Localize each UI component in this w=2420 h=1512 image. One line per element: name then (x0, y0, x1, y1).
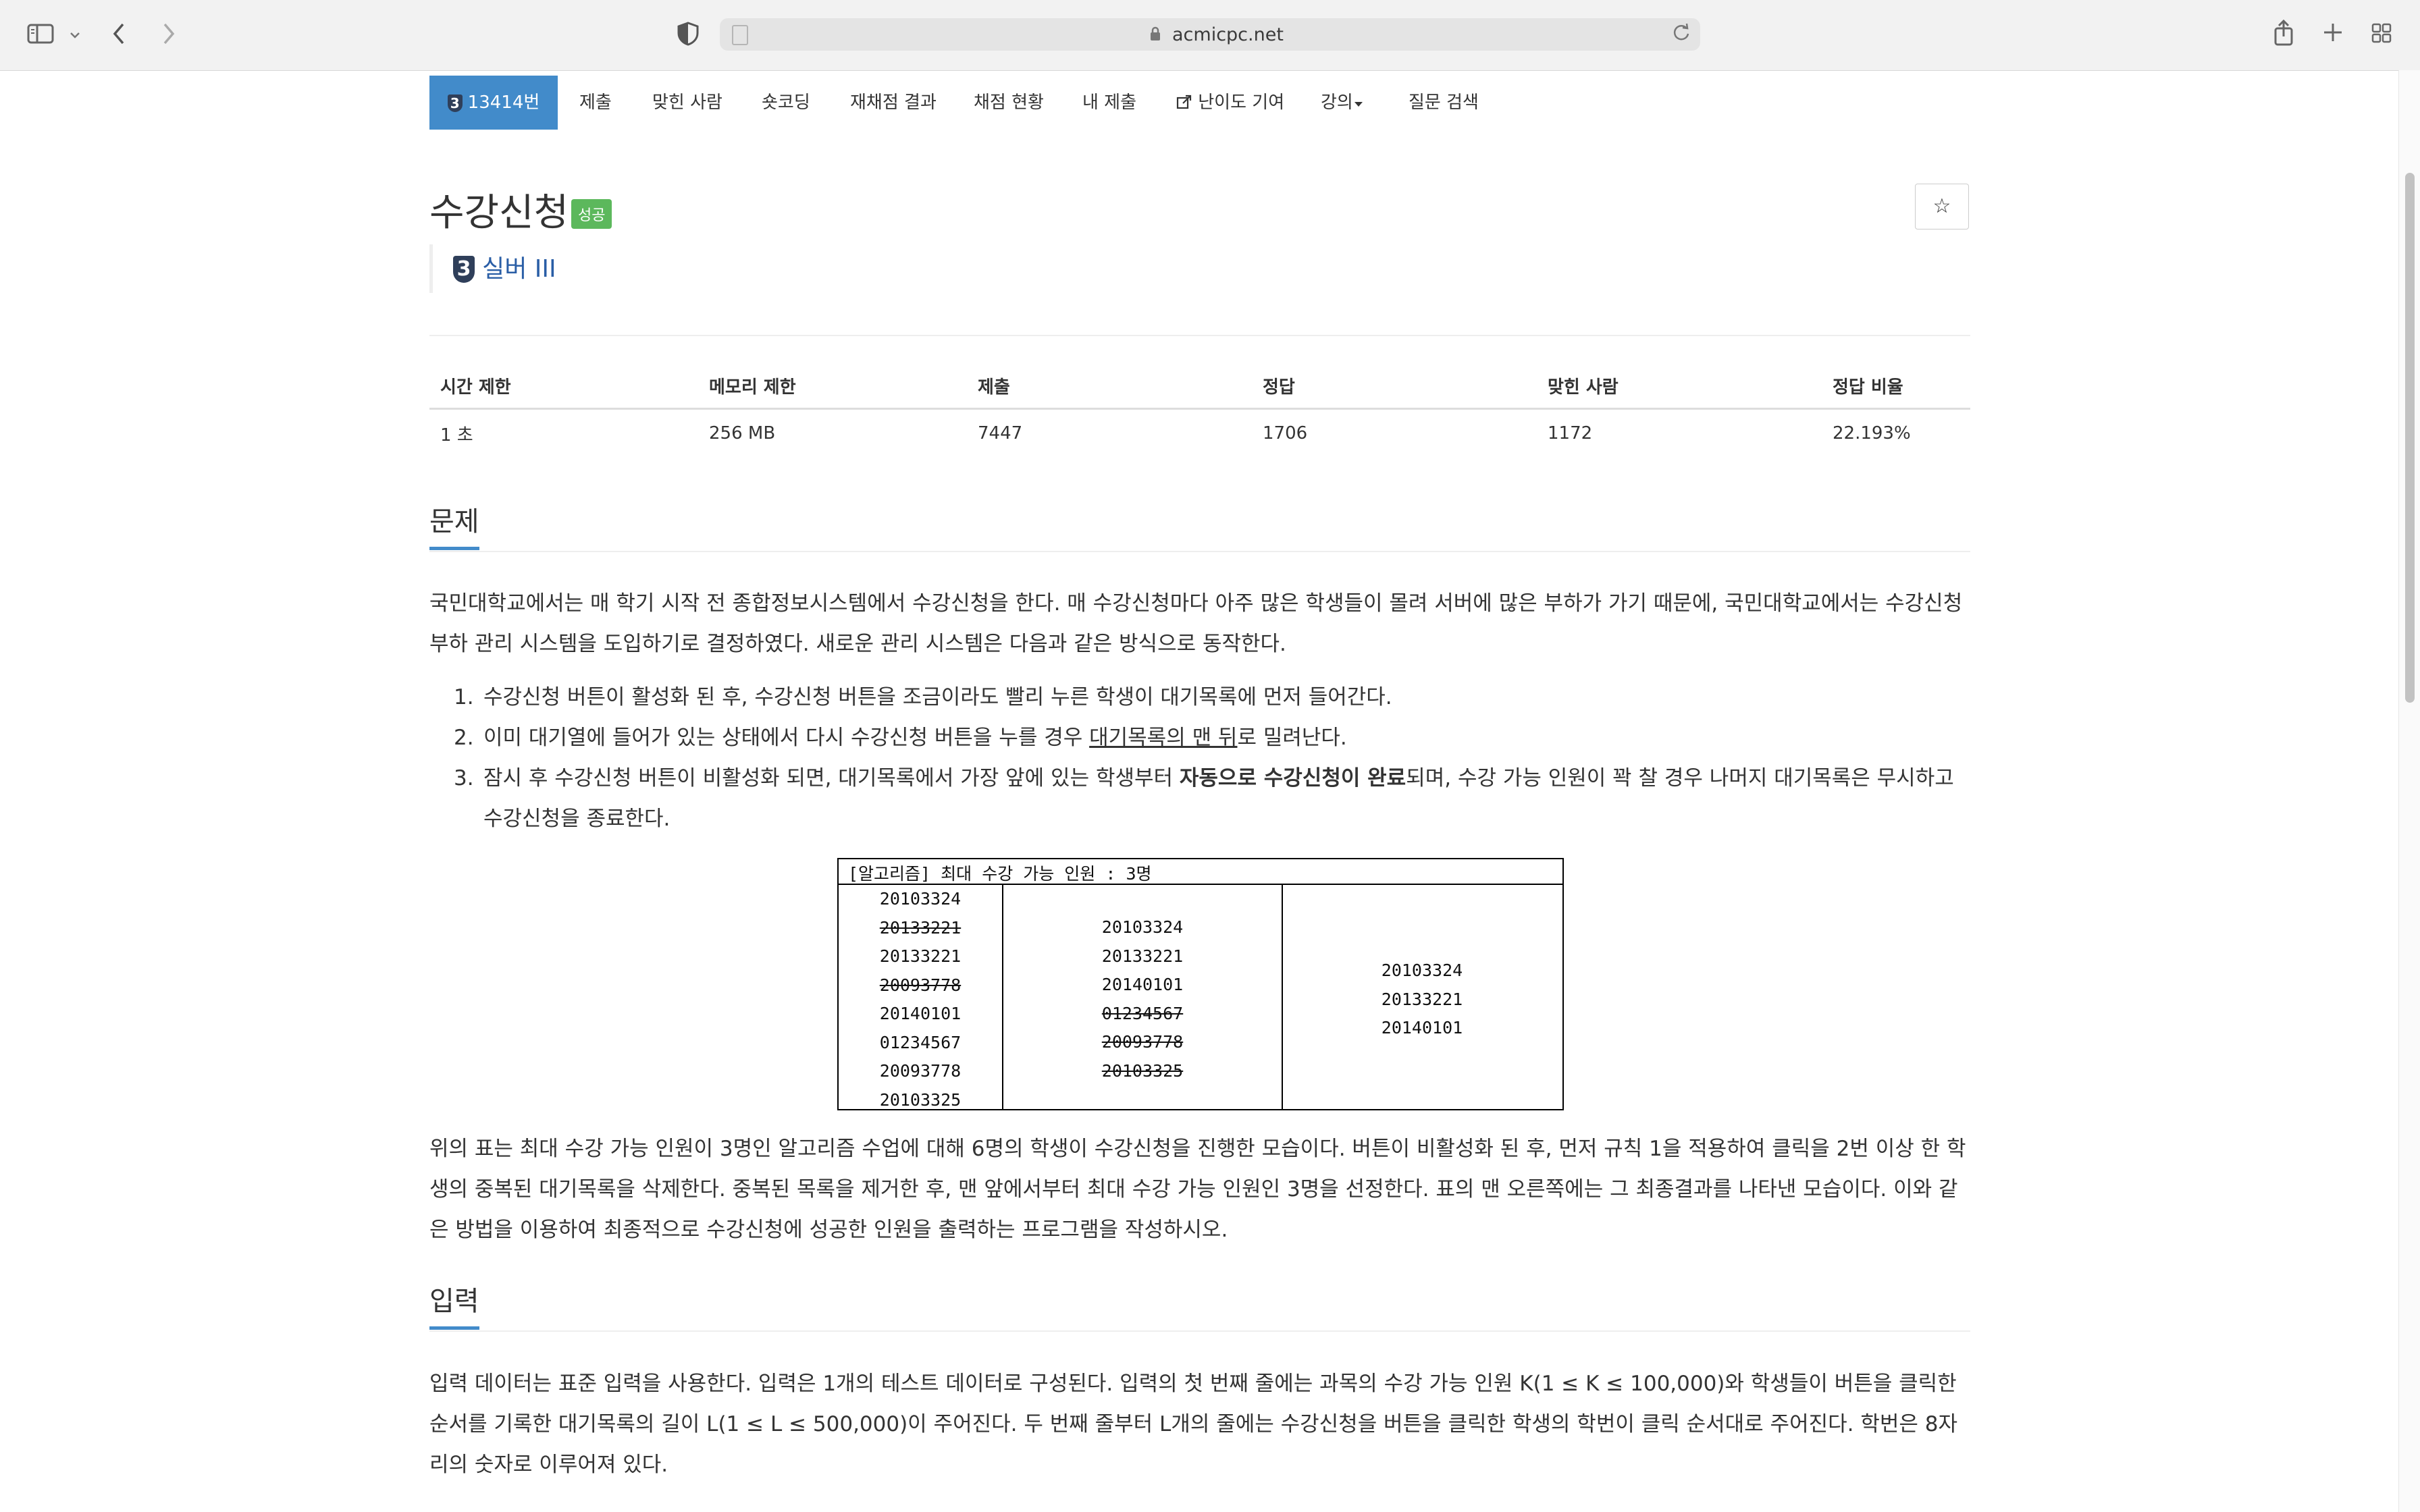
menu-problem-number[interactable]: 3 13414번 (429, 76, 558, 130)
menu-question-search[interactable]: 질문 검색 (1409, 76, 1479, 130)
menu-short-coding[interactable]: 숏코딩 (762, 76, 810, 130)
time-limit-value: 1 초 (440, 425, 473, 446)
menu-lectures[interactable]: 강의 (1321, 76, 1364, 130)
list-number: 1. (454, 685, 474, 709)
tier-badge-icon: 3 (453, 255, 475, 283)
accept-ratio-value: 22.193% (1833, 423, 1911, 443)
waitlist-column-final: 20103324 20133221 20140101 (1283, 956, 1561, 1043)
menu-solved-users[interactable]: 맞힌 사람 (652, 76, 722, 130)
forward-icon[interactable] (161, 22, 177, 50)
divider (429, 335, 1970, 336)
favorite-star-button[interactable]: ☆ (1915, 184, 1969, 230)
problem-explanation: 위의 표는 최대 수강 가능 인원이 3명인 알고리즘 수업에 대해 6명의 학… (429, 1137, 1966, 1242)
problem-intro: 국민대학교에서는 매 학기 시작 전 종합정보시스템에서 수강신청을 한다. 매… (429, 591, 1963, 656)
new-tab-icon[interactable] (2323, 22, 2343, 47)
rule-underline-text: 대기목록의 맨 뒤 (1089, 726, 1238, 750)
input-description: 입력 데이터는 표준 입력을 사용한다. 입력은 1개의 테스트 데이터로 구성… (429, 1372, 1957, 1477)
reload-icon[interactable] (1672, 22, 1691, 48)
external-link-icon (1176, 92, 1192, 113)
problem-section-header: 문제 (429, 500, 1970, 552)
rule-text: 로 밀려난다. (1237, 726, 1347, 750)
menu-judge-status[interactable]: 채점 현황 (974, 76, 1044, 130)
input-section-header: 입력 (429, 1279, 1970, 1332)
page-icon (732, 25, 748, 45)
address-bar[interactable]: acmicpc.net (720, 18, 1700, 51)
shield-icon[interactable] (677, 21, 700, 51)
figure-caption: [알고리즘] 최대 수강 가능 인원 : 3명 (848, 864, 1152, 884)
header-solved-users: 맞힌 사람 (1537, 363, 1822, 410)
url-text: acmicpc.net (1172, 24, 1284, 45)
student-id: 20133221 (879, 946, 962, 966)
menu-submit[interactable]: 제출 (579, 76, 612, 130)
student-id-struck: 20093778 (1101, 1032, 1184, 1052)
student-id: 20140101 (879, 1004, 962, 1023)
menu-difficulty-contribution[interactable]: 난이도 기여 (1176, 76, 1284, 130)
menu-my-submissions[interactable]: 내 제출 (1082, 76, 1136, 130)
chevron-down-icon[interactable] (69, 26, 81, 49)
header-accept-ratio: 정답 비율 (1822, 363, 1970, 410)
page-scrollbar[interactable] (2398, 70, 2420, 1512)
student-id: 20103325 (879, 1089, 962, 1110)
list-number: 3. (454, 766, 474, 790)
status-badge: 성공 (571, 199, 612, 229)
memory-limit-value: 256 MB (709, 423, 776, 443)
solved-users-value: 1172 (1548, 423, 1593, 443)
student-id: 20133221 (1381, 989, 1463, 1009)
scrollbar-thumb[interactable] (2405, 173, 2415, 703)
student-id-struck: 20103325 (1101, 1060, 1184, 1081)
waitlist-column-dedup: 20103324 20133221 20140101 01234567 2009… (1003, 913, 1282, 1085)
tab-overview-icon[interactable] (2371, 23, 2392, 47)
waitlist-column-raw: 20103324 20133221 20133221 20093778 2014… (839, 885, 1002, 1114)
list-item: 1. 수강신청 버튼이 활성화 된 후, 수강신청 버튼을 조금이라도 빨리 누… (429, 677, 1970, 718)
student-id-struck: 01234567 (1101, 1003, 1184, 1023)
header-memory-limit: 메모리 제한 (698, 363, 967, 410)
tier-label[interactable]: 실버 III (482, 255, 556, 283)
table-row: 1 초 256 MB 7447 1706 1172 22.193% (429, 409, 1970, 458)
section-heading: 입력 (429, 1279, 479, 1330)
student-id: 20140101 (1381, 1018, 1463, 1037)
header-submissions: 제출 (967, 363, 1252, 410)
menu-rejudge-results[interactable]: 재채점 결과 (850, 76, 937, 130)
waitlist-figure: [알고리즘] 최대 수강 가능 인원 : 3명 20103324 2013322… (837, 858, 1564, 1110)
student-id: 20103324 (1381, 961, 1463, 980)
menu-label: 강의 (1321, 92, 1353, 113)
lock-icon (1149, 26, 1161, 46)
rule-bold-text: 자동으로 수강신청이 완료 (1179, 766, 1406, 790)
student-id: 20140101 (1101, 975, 1184, 994)
menu-label: 13414번 (467, 92, 540, 113)
share-icon[interactable] (2273, 19, 2294, 50)
rule-text: 잠시 후 수강신청 버튼이 비활성화 되면, 대기목록에서 가장 앞에 있는 학… (483, 766, 1180, 790)
rule-text: 수강신청 버튼이 활성화 된 후, 수강신청 버튼을 조금이라도 빨리 누른 학… (483, 685, 1392, 709)
menu-label: 난이도 기여 (1198, 92, 1285, 113)
page-title: 수강신청 (429, 191, 569, 235)
student-id: 20103324 (879, 889, 962, 909)
submissions-value: 7447 (978, 423, 1023, 443)
list-item: 3. 잠시 후 수강신청 버튼이 비활성화 되면, 대기목록에서 가장 앞에 있… (429, 758, 1970, 839)
rule-text: 이미 대기열에 들어가 있는 상태에서 다시 수강신청 버튼을 누를 경우 (483, 726, 1090, 750)
list-number: 2. (454, 726, 474, 750)
header-accepted: 정답 (1252, 363, 1537, 410)
tier-info: 3 실버 III (429, 244, 556, 293)
caret-down-icon (1353, 92, 1364, 113)
problem-stats-table: 시간 제한 메모리 제한 제출 정답 맞힌 사람 정답 비율 1 초 256 M… (429, 363, 1970, 457)
back-icon[interactable] (111, 22, 127, 50)
header-time-limit: 시간 제한 (429, 363, 698, 410)
tier-badge-icon: 3 (447, 94, 463, 112)
table-header-row: 시간 제한 메모리 제한 제출 정답 맞힌 사람 정답 비율 (429, 363, 1970, 410)
list-item: 2. 이미 대기열에 들어가 있는 상태에서 다시 수강신청 버튼을 누를 경우… (429, 718, 1970, 758)
browser-toolbar: acmicpc.net (0, 0, 2420, 71)
section-heading: 문제 (429, 500, 479, 550)
student-id: 20103324 (1101, 917, 1184, 937)
student-id: 01234567 (879, 1032, 962, 1052)
student-id: 20093778 (879, 1061, 962, 1081)
student-id-struck: 20133221 (879, 917, 962, 938)
sidebar-icon[interactable] (27, 23, 54, 49)
accepted-value: 1706 (1263, 423, 1308, 443)
student-id: 20133221 (1101, 946, 1184, 966)
student-id-struck: 20093778 (879, 975, 962, 995)
rules-list: 1. 수강신청 버튼이 활성화 된 후, 수강신청 버튼을 조금이라도 빨리 누… (429, 677, 1970, 839)
